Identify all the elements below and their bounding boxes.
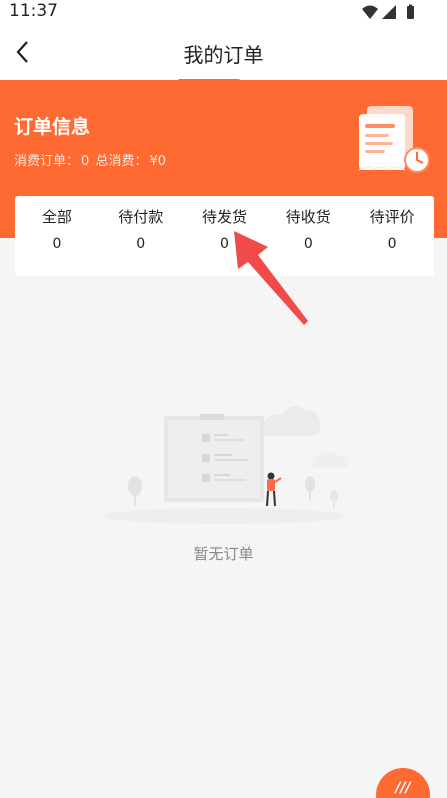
banner-title: 订单信息	[14, 116, 91, 138]
status-time: 11:37	[9, 1, 58, 21]
order-summary: 消费订单： 0 总消费： ¥0	[14, 150, 168, 169]
floating-action-button[interactable]: ///	[376, 768, 430, 798]
pointer-arrow-icon	[234, 231, 308, 325]
status-icons	[362, 4, 414, 19]
wifi-icon	[362, 5, 378, 19]
empty-orders-illustration	[102, 405, 348, 524]
tab-pending-payment[interactable]: 待付款 0	[99, 196, 183, 276]
tab-label: 全部	[41, 208, 72, 226]
total-spent-label: 总消费：	[95, 154, 148, 169]
battery-icon	[407, 6, 414, 19]
floating-button-label: ///	[395, 780, 411, 796]
app-bar: 我的订单	[0, 24, 447, 80]
tab-label: 待评价	[369, 208, 415, 226]
order-status-tabs: 全部 0 待付款 0 待发货 0 待收货 0 待评价 0	[15, 196, 434, 276]
tab-count: 0	[136, 236, 146, 252]
consume-orders-value: 0	[81, 154, 90, 169]
tab-count: 0	[52, 236, 62, 252]
status-bar: 11:37	[0, 0, 447, 24]
signal-icon	[382, 5, 396, 19]
receipt-clock-icon	[358, 106, 430, 173]
tab-label: 待付款	[118, 208, 164, 226]
consume-orders-label: 消费订单：	[14, 154, 80, 169]
tab-label: 待收货	[285, 208, 331, 226]
tab-all[interactable]: 全部 0	[15, 196, 99, 276]
tab-label: 待发货	[201, 208, 247, 226]
tab-count: 0	[387, 236, 397, 252]
active-tab-indicator	[178, 79, 240, 82]
tab-pending-review[interactable]: 待评价 0	[350, 196, 434, 276]
page-title: 我的订单	[183, 43, 264, 67]
total-spent-value: ¥0	[149, 154, 166, 169]
empty-state-message: 暂无订单	[193, 545, 254, 563]
